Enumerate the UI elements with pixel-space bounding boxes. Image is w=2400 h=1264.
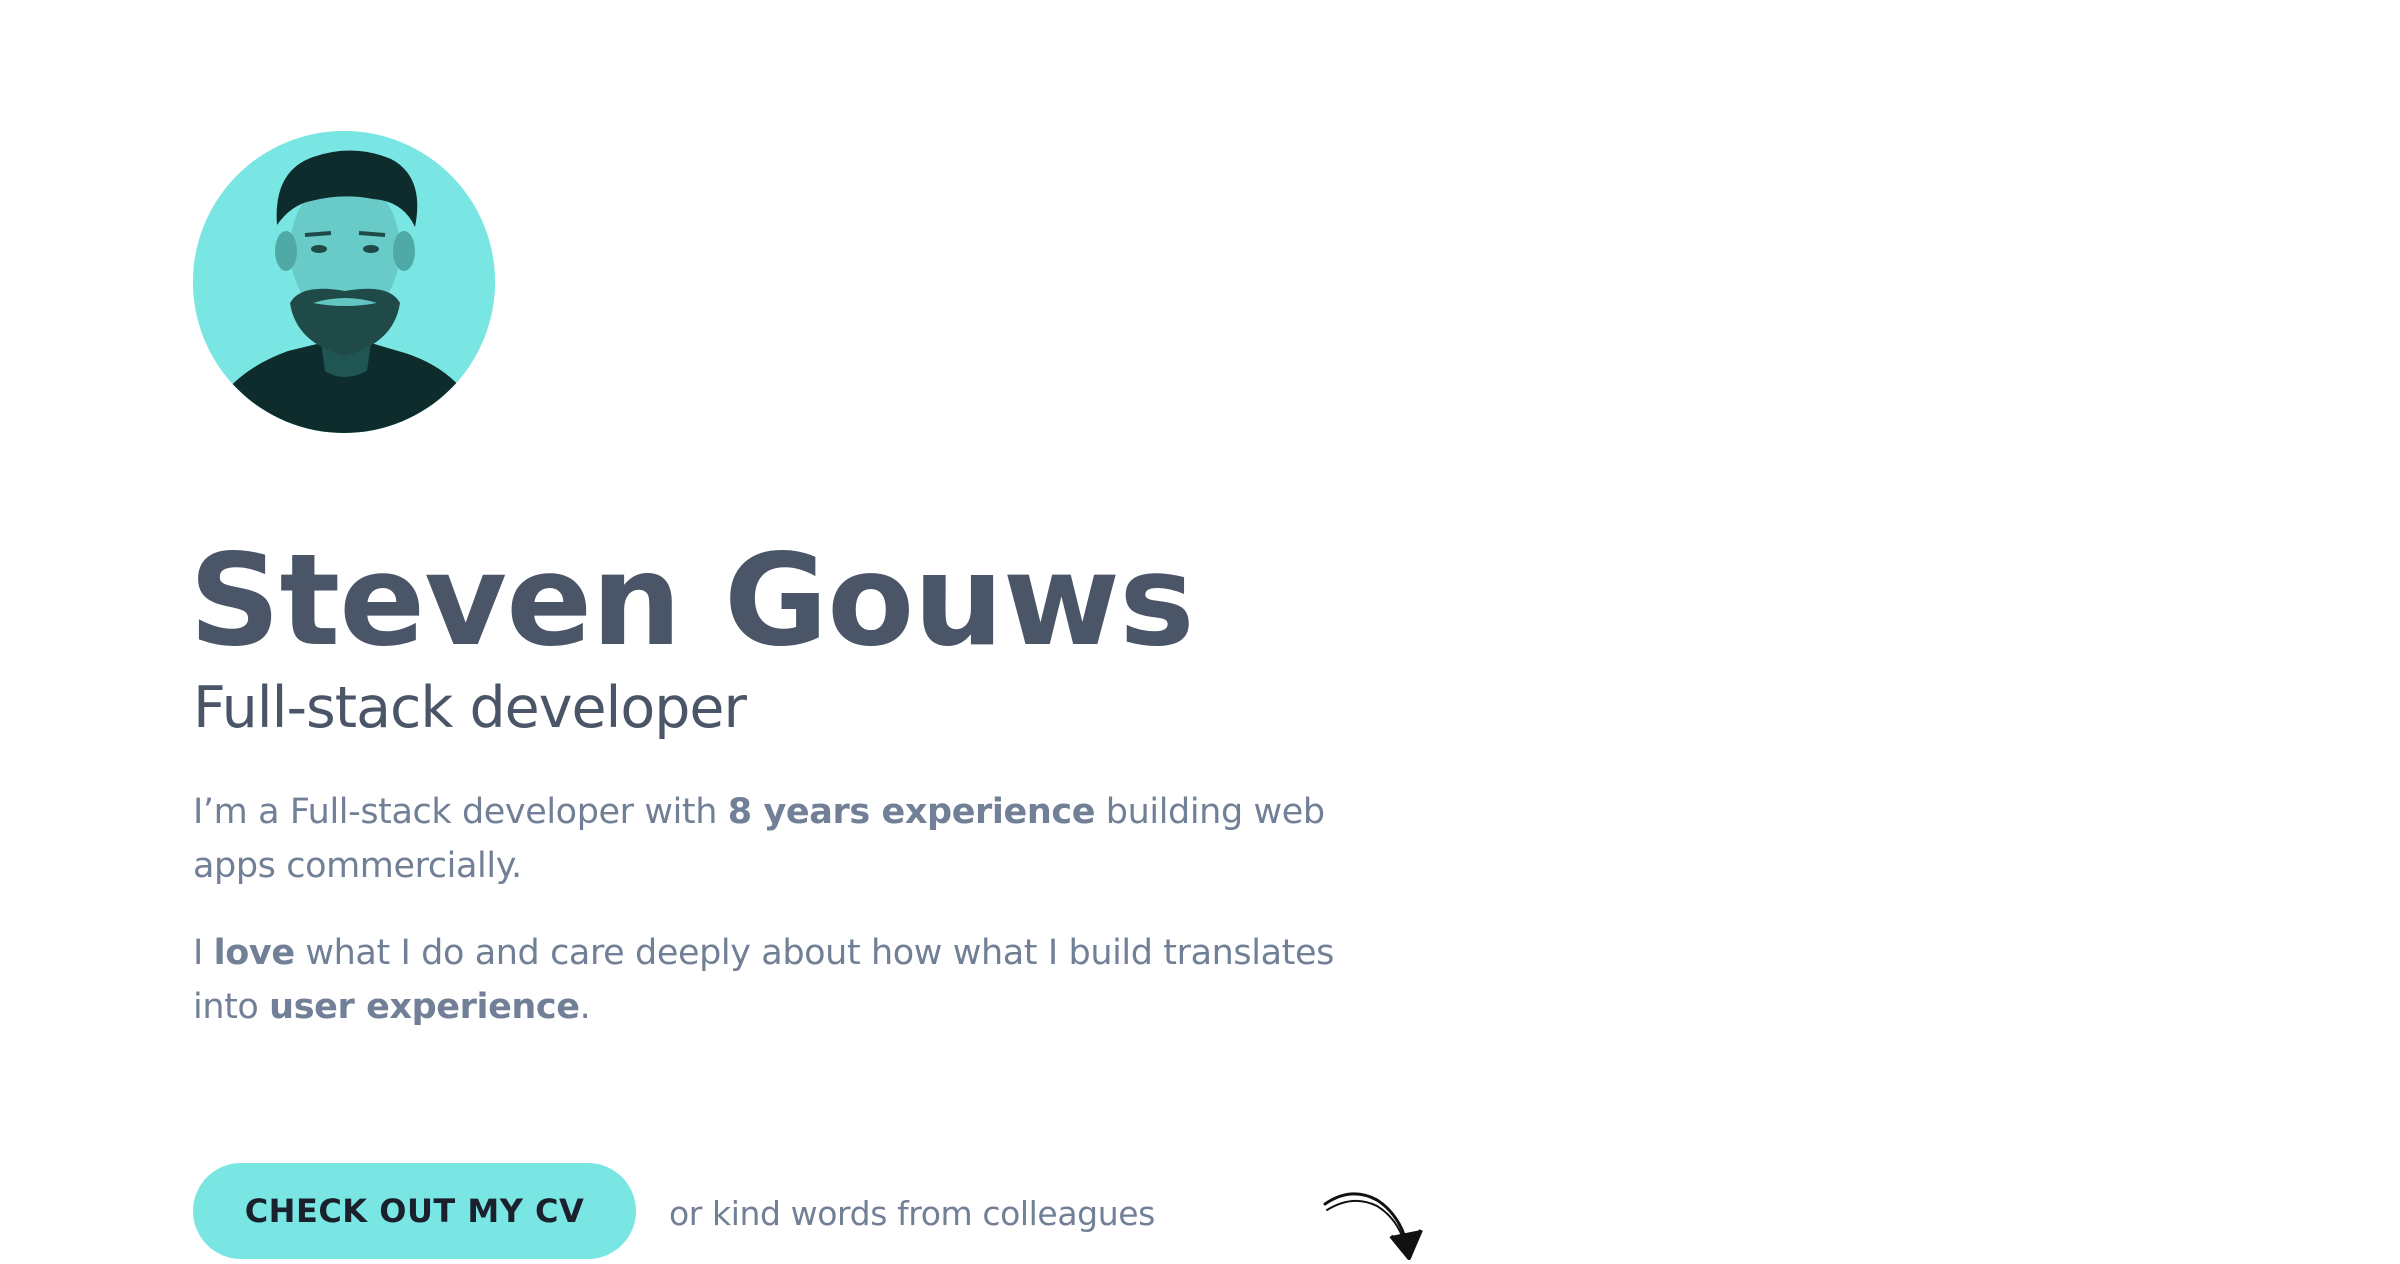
testimonials-hint: or kind words from colleagues bbox=[669, 1194, 1155, 1233]
check-out-cv-button[interactable]: CHECK OUT MY CV bbox=[193, 1163, 636, 1259]
intro-paragraph-experience: I’m a Full-stack developer with 8 years … bbox=[193, 785, 1343, 893]
intro-paragraph-passion: I love what I do and care deeply about h… bbox=[193, 926, 1343, 1034]
intro-text: I’m a Full-stack developer with bbox=[193, 792, 728, 832]
portrait-image bbox=[193, 131, 495, 433]
hero-section: Steven Gouws Full-stack developer I’m a … bbox=[189, 0, 1423, 1260]
intro-text: I bbox=[193, 933, 214, 973]
curved-arrow-down-icon bbox=[1321, 1190, 1431, 1264]
page-title: Steven Gouws bbox=[189, 526, 1195, 674]
experience-highlight: 8 years experience bbox=[727, 792, 1096, 832]
intro-text: . bbox=[579, 987, 591, 1027]
love-highlight: love bbox=[213, 933, 295, 973]
user-experience-highlight: user experience bbox=[269, 987, 580, 1027]
job-title: Full-stack developer bbox=[193, 675, 747, 741]
avatar bbox=[193, 131, 495, 433]
